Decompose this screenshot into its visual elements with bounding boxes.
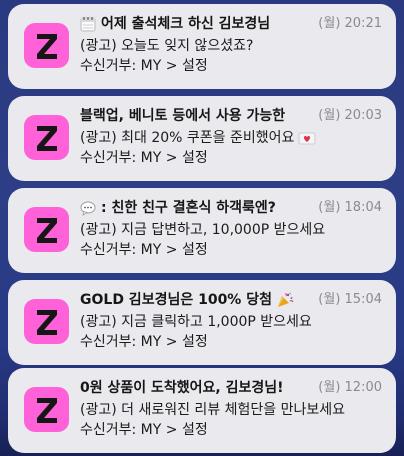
z-logo-icon [36, 309, 57, 335]
notification-card[interactable]: GOLD 김보경님은 100% 당첨 (월) 15:04 (광고) 지금 클릭하… [8, 280, 396, 365]
notification-card[interactable]: 블랙업, 베니토 등에서 사용 가능한 (월) 20:03 (광고) 최대 20… [8, 96, 396, 181]
notification-card[interactable]: 0원 상품이 도착했어요, 김보경님! (월) 12:00 (광고) 더 새로워… [8, 368, 396, 453]
party-popper-icon [276, 292, 294, 308]
app-icon [24, 207, 69, 252]
notification-body: (광고) 지금 클릭하고 1,000P 받으세요 [80, 314, 312, 330]
speech-bubble-icon [80, 200, 96, 216]
app-icon [24, 299, 69, 344]
love-letter-icon [298, 130, 316, 146]
notification-body: (광고) 더 새로워진 리뷰 체험단을 만나보세요 [80, 402, 346, 418]
notification-time: (월) 20:21 [318, 16, 382, 31]
notification-card[interactable]: 어제 출석체크 하신 김보경님 (월) 20:21 (광고) 오늘도 잊지 않으… [8, 4, 396, 89]
app-icon [24, 387, 69, 432]
notification-title: : 친한 친구 결혼식 하객룩엔? [80, 198, 276, 218]
notification-title: GOLD 김보경님은 100% 당첨 [80, 290, 294, 310]
unsubscribe-text: 수신거부: MY > 설정 [80, 58, 208, 74]
app-icon [24, 115, 69, 160]
unsubscribe-text: 수신거부: MY > 설정 [80, 150, 208, 166]
notification-title: 0원 상품이 도착했어요, 김보경님! [80, 380, 284, 396]
notification-body: (광고) 오늘도 잊지 않으셨죠? [80, 38, 254, 54]
calendar-icon [80, 16, 96, 32]
z-logo-icon [36, 125, 57, 151]
notification-time: (월) 20:03 [318, 108, 382, 123]
notification-time: (월) 12:00 [318, 380, 382, 395]
notification-body: (광고) 최대 20% 쿠폰을 준비했어요 [80, 128, 316, 148]
z-logo-icon [36, 33, 57, 59]
unsubscribe-text: 수신거부: MY > 설정 [80, 242, 208, 258]
app-icon [24, 23, 69, 68]
notification-time: (월) 18:04 [318, 200, 382, 215]
unsubscribe-text: 수신거부: MY > 설정 [80, 422, 208, 438]
unsubscribe-text: 수신거부: MY > 설정 [80, 334, 208, 350]
notification-time: (월) 15:04 [318, 292, 382, 307]
z-logo-icon [36, 217, 57, 243]
notification-title: 어제 출석체크 하신 김보경님 [80, 14, 270, 34]
notification-body: (광고) 지금 답변하고, 10,000P 받으세요 [80, 222, 326, 238]
z-logo-icon [36, 397, 57, 423]
notification-card[interactable]: : 친한 친구 결혼식 하객룩엔? (월) 18:04 (광고) 지금 답변하고… [8, 188, 396, 273]
notification-title: 블랙업, 베니토 등에서 사용 가능한 [80, 108, 286, 124]
